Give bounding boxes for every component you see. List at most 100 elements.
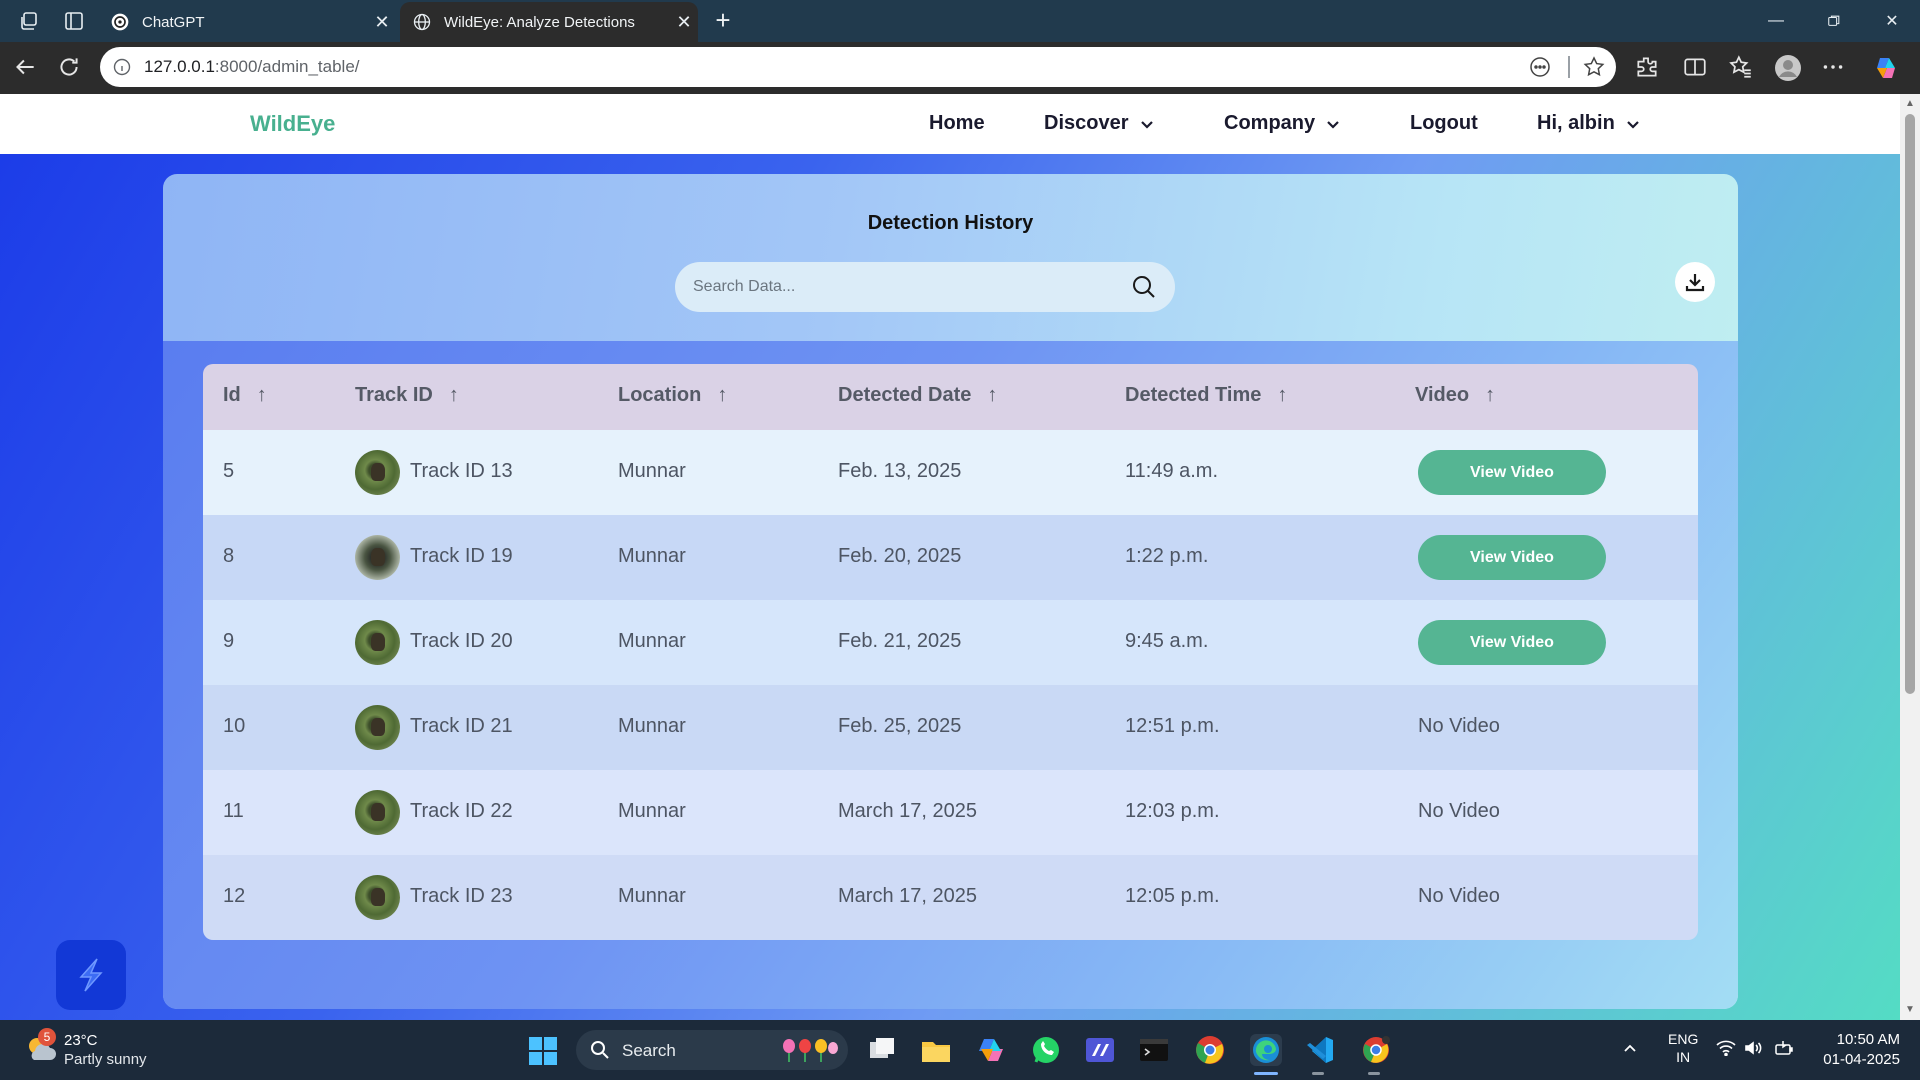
weather-widget[interactable]: 5 23°C Partly sunny [24,1028,184,1072]
detection-thumbnail[interactable] [355,875,400,920]
split-screen-icon[interactable] [1682,54,1710,82]
search-box [675,262,1175,312]
column-header-video[interactable]: Video ↑ [1415,384,1495,407]
chevron-down-icon [1140,120,1153,129]
sort-arrow-icon[interactable]: ↑ [449,384,459,407]
view-video-button[interactable]: View Video [1418,450,1606,495]
cell-location: Munnar [618,800,686,822]
terminal-icon[interactable] [1138,1034,1170,1066]
sort-arrow-icon[interactable]: ↑ [257,384,267,407]
back-icon[interactable] [12,54,40,82]
reload-icon[interactable] [56,54,84,82]
minimize-icon[interactable]: — [1748,0,1804,42]
site-info-icon[interactable] [112,57,132,77]
volume-icon[interactable] [1744,1040,1764,1059]
nav-logout[interactable]: Logout [1410,112,1478,135]
sort-arrow-icon[interactable]: ↑ [717,384,727,407]
cell-track-id: Track ID 20 [410,630,513,652]
sort-arrow-icon[interactable]: ↑ [1277,384,1287,407]
vscode-icon[interactable] [1304,1034,1336,1066]
address-bar[interactable]: 127.0.0.1:8000/admin_table/ [100,47,1616,87]
more-options-icon[interactable] [1820,54,1848,82]
scrollbar-thumb[interactable] [1905,114,1915,694]
detection-thumbnail[interactable] [355,535,400,580]
copilot-icon[interactable] [1872,54,1900,82]
tray-chevron-up-icon[interactable] [1622,1040,1638,1059]
cell-id: 10 [223,715,246,737]
search-input[interactable] [693,275,1113,299]
view-video-button[interactable]: View Video [1418,535,1606,580]
copilot-app-icon[interactable] [975,1034,1007,1066]
detection-thumbnail[interactable] [355,790,400,835]
system-clock[interactable]: 10:50 AM 01-04-2025 [1812,1030,1900,1070]
sort-arrow-icon[interactable]: ↑ [1485,384,1495,407]
view-video-button[interactable]: View Video [1418,620,1606,665]
cell-id: 9 [223,630,235,652]
table-row: 10 Track ID 21 Munnar Feb. 25, 2025 12:5… [203,685,1698,770]
windows-start-icon[interactable] [528,1036,558,1066]
cell-date: Feb. 25, 2025 [838,715,962,737]
chevron-down-icon [1327,120,1339,129]
chevron-down-icon [1627,120,1639,129]
table-header: Id ↑ Track ID ↑ Location ↑ Detected Date ↑ D… [203,364,1698,430]
new-tab-icon[interactable]: + [708,6,738,36]
wifi-icon[interactable] [1716,1040,1736,1059]
task-view-icon[interactable] [866,1034,898,1066]
cell-location: Munnar [618,630,686,652]
column-header-track-id[interactable]: Track ID ↑ [355,384,459,407]
tab-wildeye[interactable]: WildEye: Analyze Detections ✕ [400,2,698,42]
cell-time: 12:05 p.m. [1125,885,1220,907]
weather-badge: 5 [38,1028,56,1046]
download-button[interactable] [1675,262,1715,302]
profile-avatar-icon[interactable] [1774,54,1802,82]
column-header-id[interactable]: Id ↑ [223,384,267,407]
workspaces-icon[interactable] [18,9,42,33]
nav-company[interactable]: Company [1224,112,1341,135]
visual-studio-icon[interactable] [1084,1034,1116,1066]
detection-thumbnail[interactable] [355,450,400,495]
restore-icon[interactable] [1806,0,1862,42]
chatgpt-favicon-icon [110,12,130,32]
column-header-detected-date[interactable]: Detected Date ↑ [838,384,997,407]
cell-time: 12:03 p.m. [1125,800,1220,822]
active-app-indicator [1254,1072,1278,1075]
language-indicator[interactable]: ENG IN [1668,1030,1698,1066]
tab-close-icon[interactable]: ✕ [368,12,396,33]
cell-location: Munnar [618,545,686,567]
table-row: 9 Track ID 20 Munnar Feb. 21, 2025 9:45 … [203,600,1698,685]
column-header-detected-time[interactable]: Detected Time ↑ [1125,384,1287,407]
chrome-profile-icon[interactable] [1360,1034,1392,1066]
detection-thumbnail[interactable] [355,705,400,750]
nav-discover[interactable]: Discover [1044,112,1155,135]
tab-close-icon[interactable]: ✕ [670,12,698,33]
nav-home[interactable]: Home [929,112,985,135]
favorite-star-icon[interactable] [1582,55,1606,79]
sort-arrow-icon[interactable]: ↑ [987,384,997,407]
floating-action-button[interactable] [56,940,126,1010]
edge-icon[interactable] [1250,1034,1282,1066]
battery-icon[interactable] [1774,1040,1794,1059]
whatsapp-icon[interactable] [1030,1034,1062,1066]
tab-actions-icon[interactable] [62,9,86,33]
scroll-up-icon[interactable]: ▲ [1904,98,1916,110]
cell-track-id: Track ID 22 [410,800,513,822]
cell-track-id: Track ID 21 [410,715,513,737]
favorites-icon[interactable] [1728,54,1756,82]
column-header-location[interactable]: Location ↑ [618,384,727,407]
site-logo[interactable]: WildEye [250,111,335,137]
taskbar-search[interactable]: Search [576,1030,848,1070]
tab-title: ChatGPT [142,13,205,31]
nav-user-menu[interactable]: Hi, albin [1537,112,1641,135]
file-explorer-icon[interactable] [920,1034,952,1066]
extensions-icon[interactable] [1634,54,1662,82]
window-close-icon[interactable]: ✕ [1864,0,1920,42]
search-icon[interactable] [1131,274,1157,300]
detection-thumbnail[interactable] [355,620,400,665]
reading-mode-icon[interactable] [1528,55,1552,79]
tab-chatgpt[interactable]: ChatGPT ✕ [98,2,396,42]
cell-date: March 17, 2025 [838,800,977,822]
cell-date: Feb. 21, 2025 [838,630,962,652]
scroll-down-icon[interactable]: ▼ [1904,1004,1916,1016]
chrome-icon[interactable] [1194,1034,1226,1066]
cell-id: 5 [223,460,235,482]
